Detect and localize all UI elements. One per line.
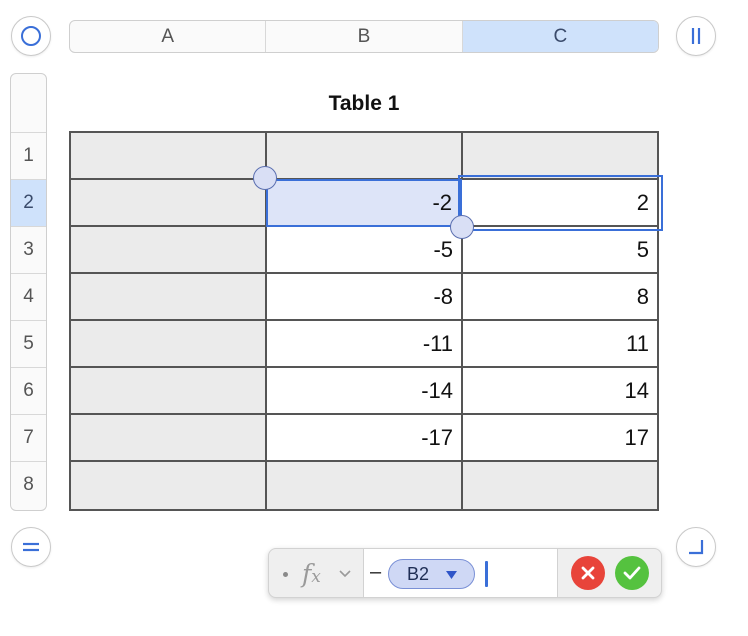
formula-input[interactable]: – B2 (363, 549, 558, 597)
table-title[interactable]: Table 1 (69, 92, 659, 116)
row-header-1[interactable]: 1 (11, 132, 46, 179)
row-header-bar: 12345678 (10, 73, 47, 511)
row-header-2[interactable]: 2 (11, 179, 46, 226)
formula-operator: – (370, 561, 382, 583)
column-header-b[interactable]: B (266, 21, 463, 52)
cell-a2[interactable] (71, 180, 267, 227)
function-icon[interactable]: fx (302, 559, 321, 588)
column-header-a[interactable]: A (70, 21, 267, 52)
text-cursor (485, 561, 488, 587)
cell-c5[interactable]: 11 (463, 321, 657, 368)
confirm-check-icon (623, 566, 641, 580)
column-header-c[interactable]: C (462, 21, 658, 52)
row-header-4[interactable]: 4 (11, 273, 46, 320)
add-row-button[interactable] (11, 527, 51, 567)
cell-a3[interactable] (71, 227, 267, 274)
cell-b8[interactable] (267, 462, 463, 509)
row-header-5[interactable]: 5 (11, 320, 46, 367)
cell-b6[interactable]: -14 (267, 368, 463, 415)
cell-b3[interactable]: -5 (267, 227, 463, 274)
cell-b1[interactable] (267, 133, 463, 180)
row-header-3[interactable]: 3 (11, 226, 46, 273)
add-row-icon (23, 542, 39, 552)
drag-handle-dot[interactable] (283, 572, 288, 577)
cell-c1[interactable] (463, 133, 657, 180)
cell-c6[interactable]: 14 (463, 368, 657, 415)
cell-b4[interactable]: -8 (267, 274, 463, 321)
row-header-title-spacer (11, 74, 46, 132)
cell-c4[interactable]: 8 (463, 274, 657, 321)
cell-b7[interactable]: -17 (267, 415, 463, 462)
selected-range-b2: -2 (266, 179, 462, 227)
cell-a6[interactable] (71, 368, 267, 415)
triangle-down-icon[interactable] (445, 570, 458, 580)
column-header-bar: ABC (69, 20, 659, 53)
circle-select-icon (21, 26, 41, 46)
cell-b5[interactable]: -11 (267, 321, 463, 368)
table-select-button[interactable] (11, 16, 51, 56)
cancel-x-icon (581, 566, 595, 580)
cell-c7[interactable]: 17 (463, 415, 657, 462)
resize-corner-icon (689, 540, 704, 555)
cancel-button[interactable] (571, 556, 605, 590)
resize-table-button[interactable] (676, 527, 716, 567)
chevron-down-icon[interactable] (338, 569, 352, 579)
cell-a1[interactable] (71, 133, 267, 180)
row-header-8[interactable]: 8 (11, 461, 46, 508)
cell-reference-token[interactable]: B2 (388, 559, 475, 589)
cell-a8[interactable] (71, 462, 267, 509)
cell-c3[interactable]: 5 (463, 227, 657, 274)
row-header-6[interactable]: 6 (11, 367, 46, 414)
active-cell-c2[interactable] (458, 175, 663, 231)
row-header-7[interactable]: 7 (11, 414, 46, 461)
formula-editor: fx – B2 (268, 548, 662, 598)
freeze-columns-icon (691, 28, 701, 44)
freeze-columns-button[interactable] (676, 16, 716, 56)
cell-a5[interactable] (71, 321, 267, 368)
confirm-button[interactable] (615, 556, 649, 590)
selection-handle-top[interactable] (253, 166, 277, 190)
cell-reference-label: B2 (407, 563, 430, 584)
cell-c8[interactable] (463, 462, 657, 509)
selection-handle-bottom[interactable] (450, 215, 474, 239)
cell-a4[interactable] (71, 274, 267, 321)
cell-a7[interactable] (71, 415, 267, 462)
cell-b2-value: -2 (432, 190, 452, 215)
